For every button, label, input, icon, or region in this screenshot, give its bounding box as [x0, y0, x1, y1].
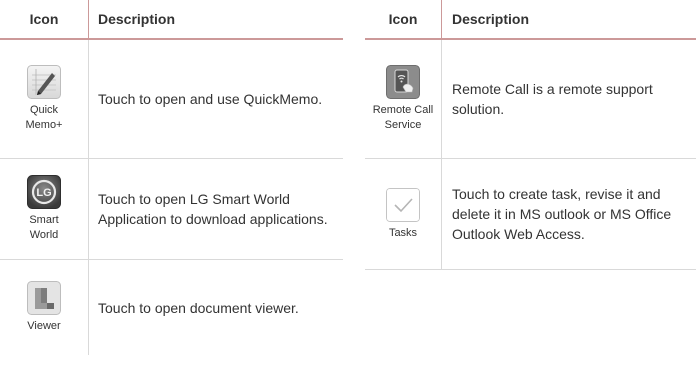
column-divider — [441, 0, 442, 38]
icon-cell: Remote Call Service — [365, 40, 441, 158]
table-row: Quick Memo+ Touch to open and use QuickM… — [0, 40, 343, 159]
row-description: Touch to open LG Smart World Application… — [98, 191, 328, 227]
header-icon-column: Icon — [29, 11, 59, 27]
row-description: Touch to open and use QuickMemo. — [98, 91, 323, 107]
icon-label: Smart World — [29, 214, 59, 241]
header-icon-column: Icon — [388, 11, 418, 27]
icon-cell: LG Smart World — [0, 159, 88, 259]
table-row: Remote Call Service Remote Call is a rem… — [365, 40, 696, 159]
row-description: Remote Call is a remote support solution… — [452, 81, 653, 117]
document-viewer-icon — [27, 281, 61, 315]
remote-call-service-icon — [386, 65, 420, 99]
column-divider — [88, 40, 89, 158]
icon-label: Remote Call Service — [372, 104, 434, 131]
table-row: LG Smart World Touch to open LG Smart Wo… — [0, 159, 343, 260]
icon-label: Tasks — [388, 226, 418, 239]
right-icon-table: Icon Description Remote Call Service Rem… — [365, 0, 696, 270]
row-description: Touch to create task, revise it and dele… — [452, 186, 672, 242]
column-divider — [441, 159, 442, 269]
row-description: Touch to open document viewer. — [98, 299, 299, 316]
icon-cell: Viewer — [0, 260, 88, 355]
svg-text:LG: LG — [36, 187, 51, 199]
table-header: Icon Description — [0, 0, 343, 40]
table-header: Icon Description — [365, 0, 696, 40]
icon-label: Viewer — [27, 320, 61, 332]
table-row: Tasks Touch to create task, revise it an… — [365, 159, 696, 270]
lg-smart-world-icon: LG — [27, 175, 61, 209]
header-description-column: Description — [452, 11, 530, 27]
tasks-checkmark-icon — [386, 187, 420, 222]
quickmemo-icon — [27, 65, 61, 99]
icon-cell: Quick Memo+ — [0, 40, 88, 158]
column-divider — [88, 260, 89, 355]
header-description-column: Description — [98, 11, 176, 27]
table-row: Viewer Touch to open document viewer. — [0, 260, 343, 355]
column-divider — [441, 40, 442, 158]
column-divider — [88, 159, 89, 259]
left-icon-table: Icon Description Quick Memo+ Touch to op… — [0, 0, 343, 355]
column-divider — [88, 0, 89, 38]
icon-label: Quick Memo+ — [25, 104, 63, 131]
icon-cell: Tasks — [365, 159, 441, 269]
